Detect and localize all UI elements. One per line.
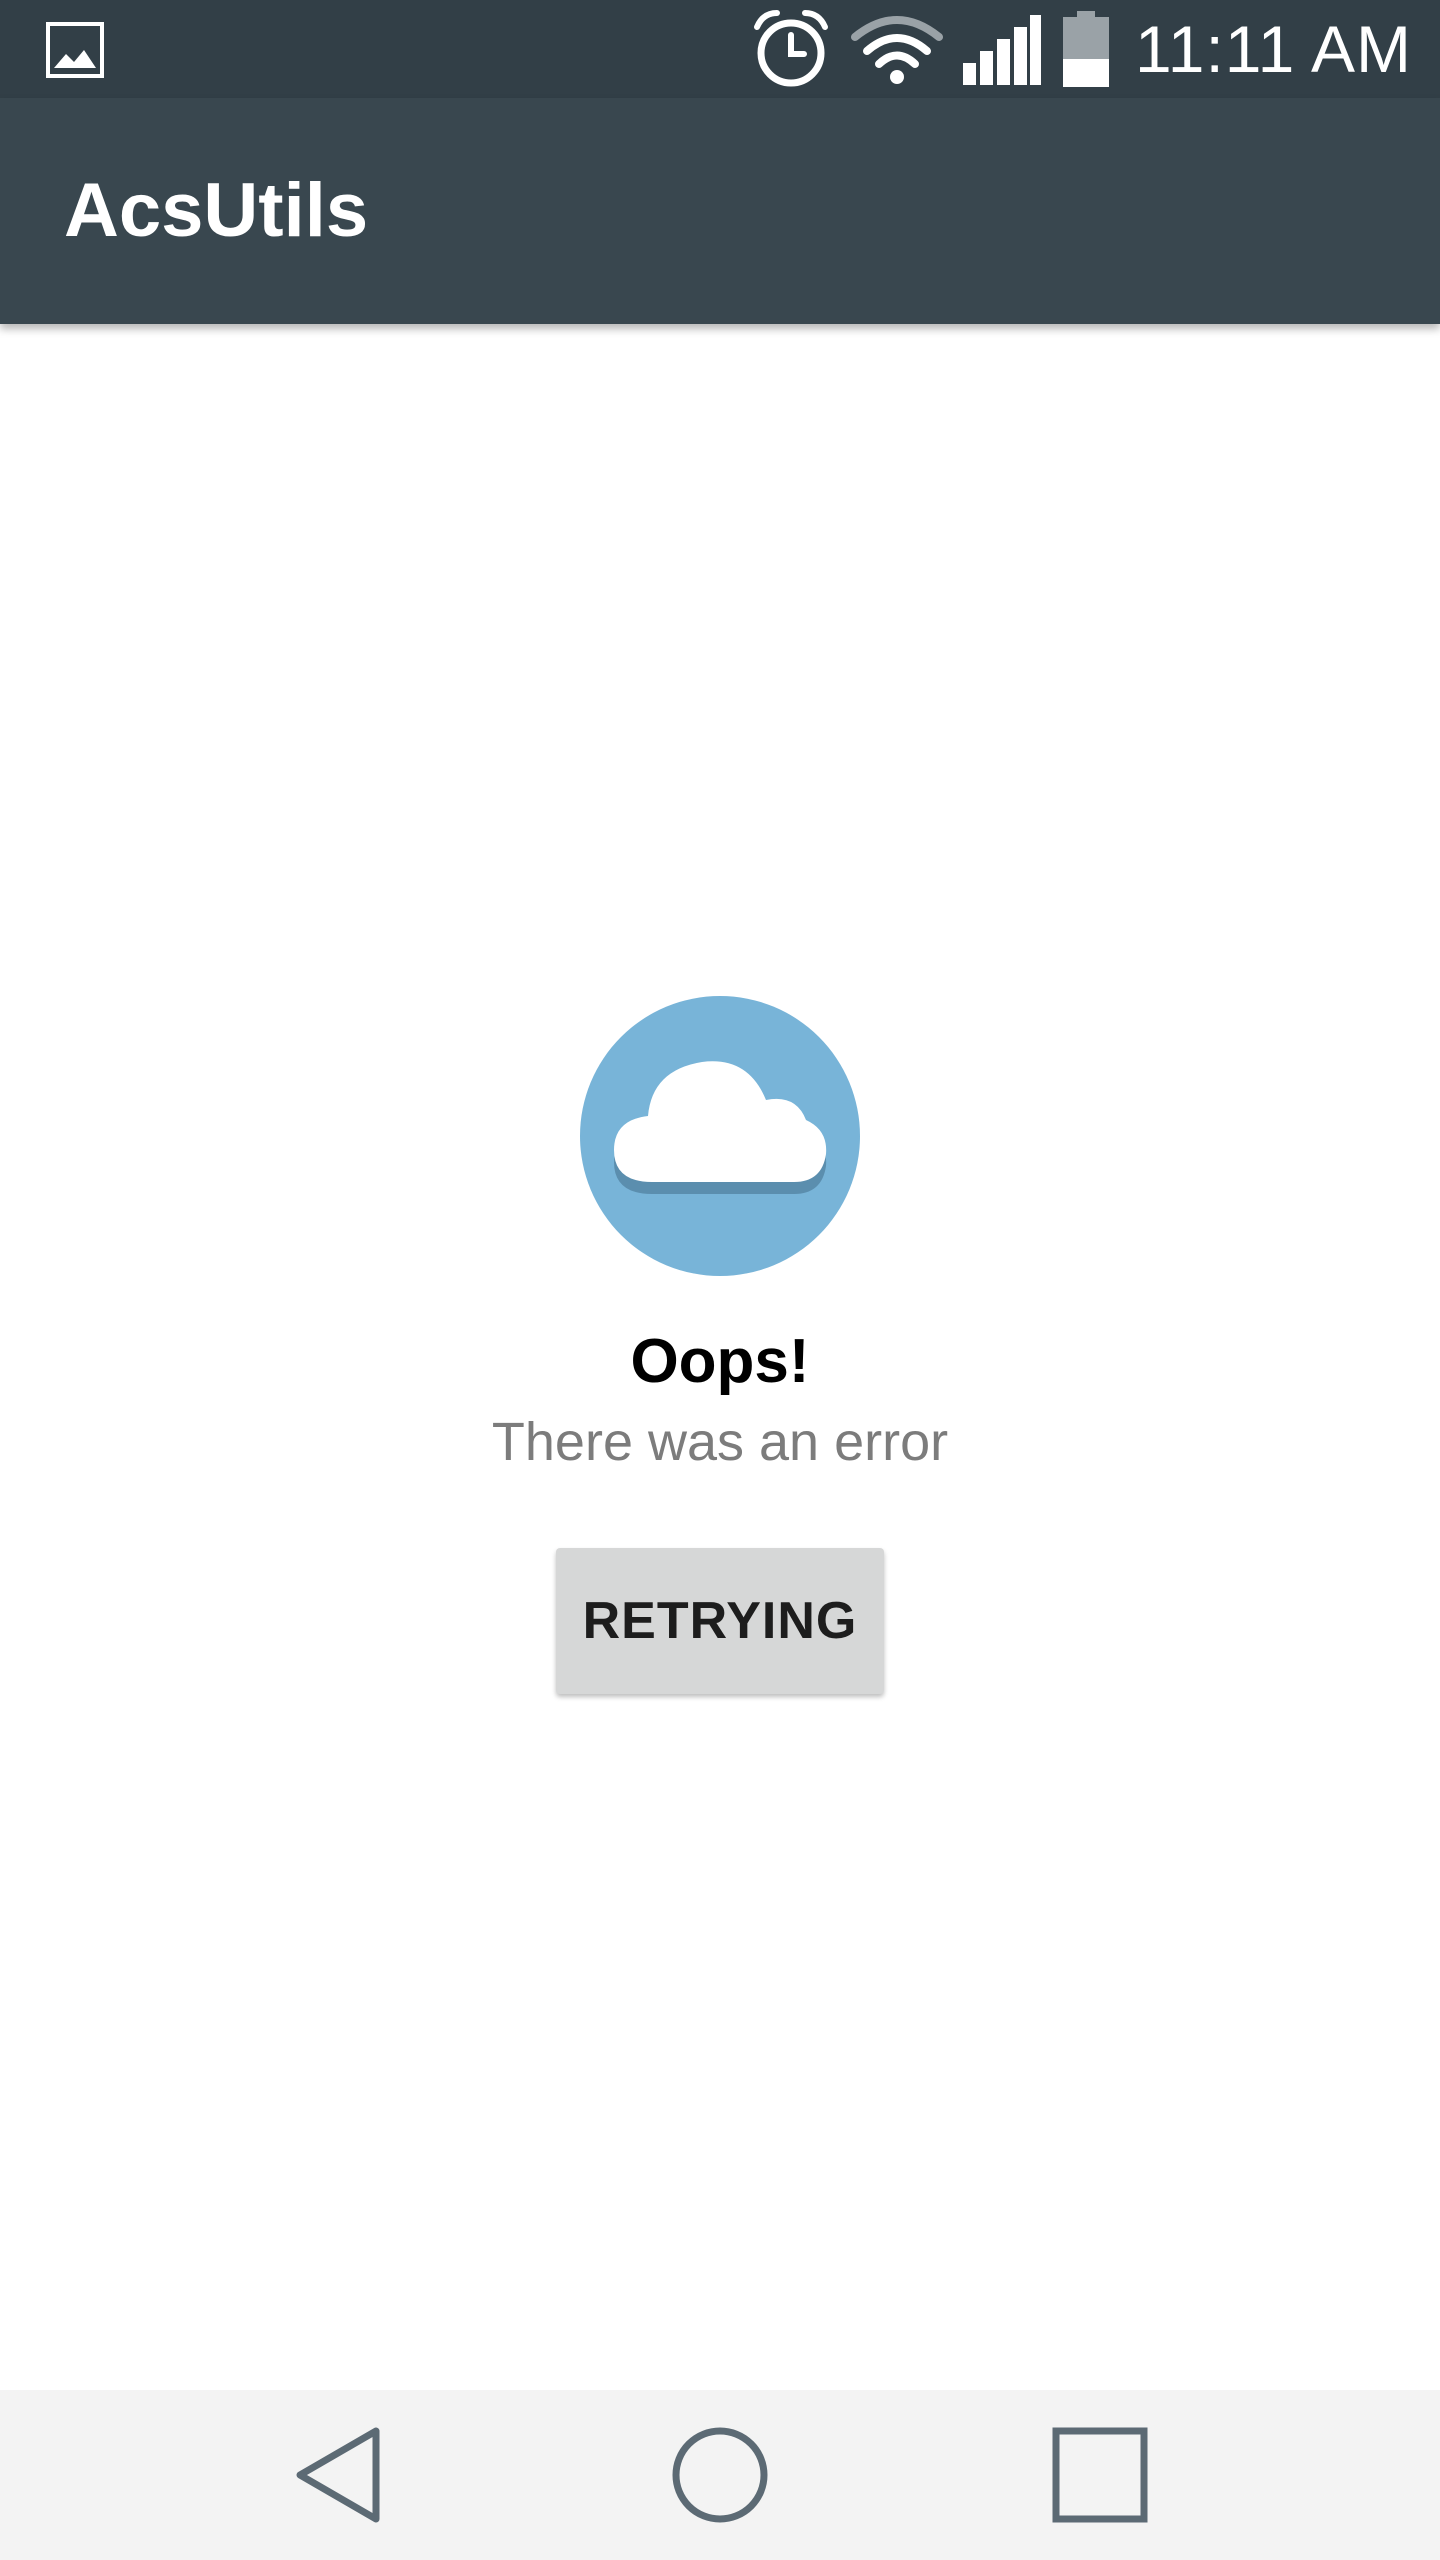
- image-notification-icon: [46, 22, 104, 78]
- alarm-icon: [753, 10, 828, 87]
- screen: 11:11 AM AcsUtils Oops! There was an err…: [0, 0, 1440, 2560]
- status-icons: 11:11 AM: [749, 0, 1412, 98]
- back-icon: [296, 2427, 380, 2523]
- app-title: AcsUtils: [64, 168, 369, 253]
- error-title: Oops!: [630, 1327, 810, 1396]
- error-message: There was an error: [491, 1412, 949, 1472]
- main-content: Oops! There was an error RETRYING: [0, 324, 1440, 2390]
- status-bar: 11:11 AM: [0, 0, 1440, 98]
- battery-icon: [1062, 11, 1109, 87]
- cloud-icon: [580, 996, 860, 1276]
- app-bar: AcsUtils: [0, 98, 1440, 324]
- home-icon: [672, 2427, 768, 2523]
- recent-apps-icon: [1052, 2427, 1148, 2523]
- cell-signal-icon: [962, 15, 1041, 85]
- back-button[interactable]: [220, 2390, 460, 2560]
- wifi-icon: [850, 16, 943, 84]
- home-button[interactable]: [600, 2390, 840, 2560]
- navigation-bar: [0, 2390, 1440, 2560]
- status-time: 11:11 AM: [1134, 12, 1412, 86]
- retry-button[interactable]: RETRYING: [556, 1548, 884, 1694]
- recent-apps-button[interactable]: [980, 2390, 1220, 2560]
